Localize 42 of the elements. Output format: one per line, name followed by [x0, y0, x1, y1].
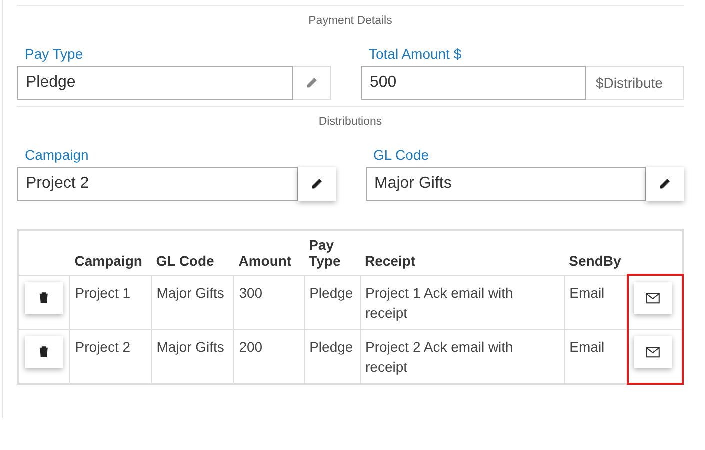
- table-cell: Project 1: [70, 276, 152, 330]
- email-button[interactable]: [634, 336, 672, 368]
- table-cell: Email: [564, 276, 628, 330]
- input-field[interactable]: 500: [361, 66, 586, 100]
- table-cell: Project 2: [70, 330, 152, 384]
- distribute-button[interactable]: $Distribute: [586, 66, 684, 100]
- input-field[interactable]: Project 2: [17, 167, 298, 201]
- envelope-icon: [646, 346, 660, 358]
- table-cell: Email: [564, 330, 628, 384]
- trash-icon: [39, 346, 49, 358]
- column-header: Receipt: [360, 230, 564, 276]
- edit-button[interactable]: [298, 167, 336, 201]
- table-cell: Project 2 Ack email with receipt: [360, 330, 564, 384]
- input-field[interactable]: Major Gifts: [366, 167, 646, 201]
- envelope-icon: [646, 292, 660, 304]
- column-header: GL Code: [151, 230, 234, 276]
- section-heading: Distributions: [318, 115, 384, 130]
- pencil-icon: [310, 178, 322, 190]
- table-cell: Pledge: [304, 276, 360, 330]
- section-heading: Payment Details: [308, 14, 394, 29]
- field-label: Campaign: [25, 147, 90, 165]
- table-cell: 300: [234, 276, 304, 330]
- field-label: GL Code: [374, 147, 430, 165]
- trash-icon: [39, 292, 49, 304]
- field-label: Total Amount $: [369, 46, 463, 64]
- delete-button[interactable]: [25, 282, 63, 314]
- column-header: SendBy: [564, 230, 628, 276]
- table-cell: Major Gifts: [151, 276, 234, 330]
- pencil-icon: [306, 77, 318, 89]
- table-cell: 200: [234, 330, 304, 384]
- field-label: Pay Type: [25, 46, 84, 64]
- column-header: Amount: [234, 230, 304, 276]
- column-header: Pay Type: [304, 230, 360, 276]
- email-button[interactable]: [634, 282, 672, 314]
- input-field[interactable]: Pledge: [17, 66, 293, 100]
- table-cell: Major Gifts: [151, 330, 234, 384]
- column-header: Campaign: [70, 230, 152, 276]
- table-cell: Pledge: [304, 330, 360, 384]
- delete-button[interactable]: [25, 336, 63, 368]
- edit-button[interactable]: [646, 167, 684, 201]
- table-cell: Project 1 Ack email with receipt: [360, 276, 564, 330]
- pencil-icon: [659, 178, 671, 190]
